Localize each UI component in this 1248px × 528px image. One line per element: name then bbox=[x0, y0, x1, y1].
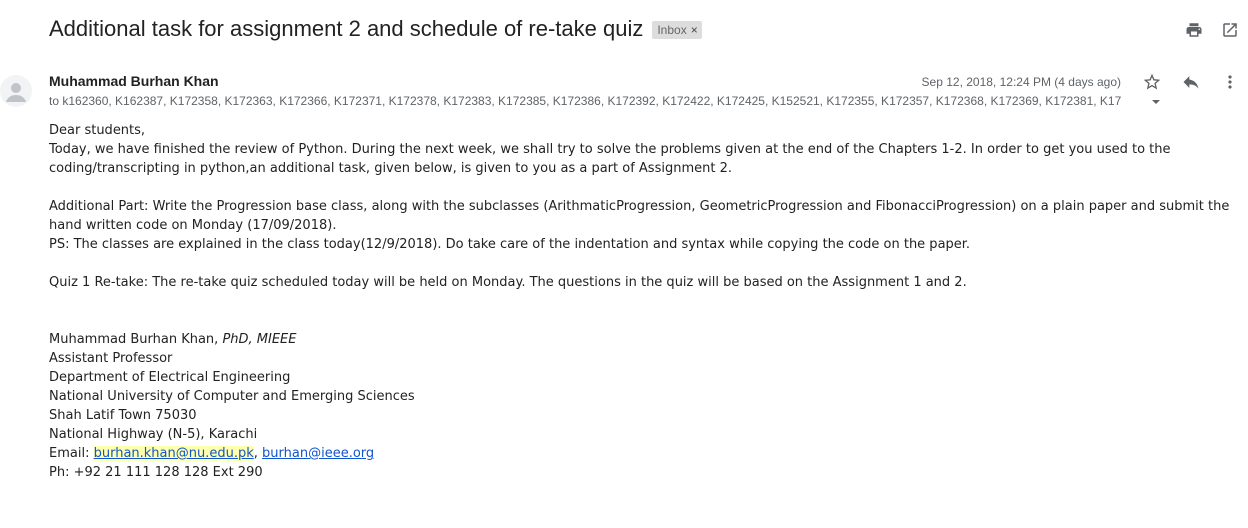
signature-town: Shah Latif Town 75030 bbox=[49, 408, 197, 423]
greeting: Dear students, bbox=[49, 123, 146, 138]
reply-icon[interactable] bbox=[1181, 72, 1201, 92]
open-in-new-window-icon[interactable] bbox=[1220, 20, 1240, 40]
body-paragraph-3: PS: The classes are explained in the cla… bbox=[49, 237, 971, 252]
email-subject: Additional task for assignment 2 and sch… bbox=[49, 16, 644, 41]
more-vertical-icon[interactable] bbox=[1220, 72, 1240, 92]
recipients-list[interactable]: to k162360, K162387, K172358, K172363, K… bbox=[49, 94, 1169, 108]
body-paragraph-4: Quiz 1 Re-take: The re-take quiz schedul… bbox=[49, 275, 967, 290]
signature-credentials: PhD, MIEEE bbox=[222, 332, 297, 347]
email-body: Dear students, Today, we have finished t… bbox=[49, 121, 1234, 482]
body-paragraph-2: Additional Part: Write the Progression b… bbox=[49, 199, 1230, 233]
signature: Muhammad Burhan Khan, PhD, MIEEE Assista… bbox=[49, 330, 1234, 482]
signature-highway: National Highway (N-5), Karachi bbox=[49, 427, 258, 442]
print-icon[interactable] bbox=[1184, 20, 1204, 40]
signature-name: Muhammad Burhan Khan, bbox=[49, 332, 223, 347]
signature-phone: Ph: +92 21 111 128 128 Ext 290 bbox=[49, 465, 263, 480]
sender-avatar[interactable] bbox=[0, 75, 32, 107]
star-icon[interactable] bbox=[1142, 72, 1162, 92]
message-actions bbox=[1123, 72, 1240, 92]
person-icon bbox=[6, 83, 26, 102]
signature-department: Department of Electrical Engineering bbox=[49, 370, 291, 385]
caret-down-icon[interactable] bbox=[1150, 96, 1162, 108]
signature-name-line: Muhammad Burhan Khan, PhD, MIEEE bbox=[49, 330, 1234, 349]
signature-title: Assistant Professor bbox=[49, 351, 173, 366]
email-separator: , bbox=[253, 446, 263, 461]
inbox-label-chip[interactable]: Inbox × bbox=[652, 21, 702, 39]
subject-row: Additional task for assignment 2 and sch… bbox=[49, 16, 702, 42]
email-link-nu[interactable]: burhan.khan@nu.edu.pk bbox=[94, 446, 254, 461]
email-link-ieee[interactable]: burhan@ieee.org bbox=[262, 446, 374, 461]
email-date: Sep 12, 2018, 12:24 PM (4 days ago) bbox=[921, 75, 1121, 89]
remove-label-button[interactable]: × bbox=[691, 23, 698, 37]
thread-actions bbox=[1168, 20, 1240, 40]
label-text: Inbox bbox=[657, 23, 687, 37]
sender-name[interactable]: Muhammad Burhan Khan bbox=[49, 73, 219, 89]
email-label: Email: bbox=[49, 446, 94, 461]
signature-email-line: Email: burhan.khan@nu.edu.pk, burhan@iee… bbox=[49, 444, 1234, 463]
signature-university: National University of Computer and Emer… bbox=[49, 389, 415, 404]
body-paragraph-1: Today, we have finished the review of Py… bbox=[49, 142, 1171, 176]
